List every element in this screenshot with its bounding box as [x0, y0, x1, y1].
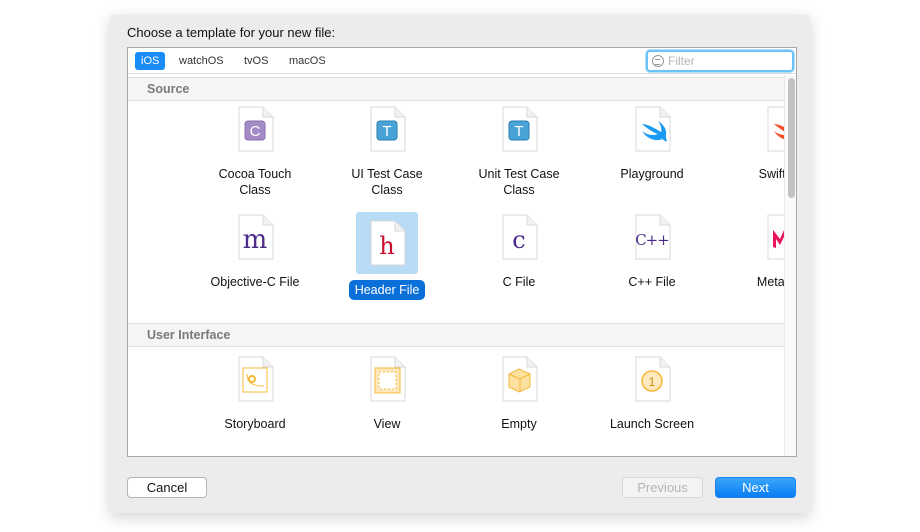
svg-text:c: c	[512, 226, 525, 254]
dialog-title: Choose a template for your new file:	[127, 25, 336, 40]
template-label: C++ File	[628, 275, 676, 289]
svg-text:T: T	[514, 123, 523, 140]
template-label: Storyboard	[224, 417, 286, 431]
unit-test-icon: T	[488, 98, 550, 160]
svg-text:1: 1	[649, 375, 656, 389]
header-h-icon: h	[356, 212, 418, 274]
template-label: C File	[502, 275, 536, 289]
section-header-user-interface: User Interface	[128, 323, 784, 347]
vertical-scrollbar[interactable]	[784, 75, 796, 456]
tab-macos[interactable]: macOS	[283, 52, 332, 70]
tab-ios[interactable]: iOS	[135, 52, 166, 70]
tab-tvos[interactable]: tvOS	[238, 52, 274, 70]
playground-swift-icon	[621, 98, 683, 160]
launch-screen-icon: 1	[621, 348, 683, 410]
template-chooser-dialog: Choose a template for your new file: iOS…	[110, 15, 810, 513]
template-label: Playground	[620, 167, 684, 181]
c-file-icon: c	[488, 206, 550, 268]
template-label: View	[373, 417, 401, 431]
filter-icon	[652, 55, 664, 67]
svg-text:C: C	[250, 123, 261, 140]
cpp-file-icon: C++	[621, 206, 683, 268]
view-icon	[356, 348, 418, 410]
svg-text:m: m	[243, 225, 268, 255]
template-label: Objective-C File	[210, 275, 300, 289]
template-label: UI Test Case Class	[351, 167, 423, 197]
filter-input[interactable]	[668, 53, 788, 69]
scrollbar-thumb[interactable]	[788, 78, 795, 198]
storyboard-icon	[224, 348, 286, 410]
filter-field[interactable]	[646, 50, 794, 72]
tab-watchos[interactable]: watchOS	[173, 52, 230, 70]
cocoa-touch-class-icon: C	[224, 98, 286, 160]
previous-button[interactable]: Previous	[622, 477, 703, 498]
cancel-button[interactable]: Cancel	[127, 477, 207, 498]
ui-test-icon: T	[356, 98, 418, 160]
template-label: Unit Test Case Class	[478, 167, 560, 197]
next-button[interactable]: Next	[715, 477, 796, 498]
svg-text:C++: C++	[635, 231, 669, 249]
svg-text:T: T	[382, 123, 391, 140]
objc-m-icon: m	[224, 206, 286, 268]
svg-text:h: h	[379, 232, 394, 260]
template-label: Empty	[501, 417, 537, 431]
template-label: Cocoa Touch Class	[218, 167, 292, 197]
platform-tabs: iOS watchOS tvOS macOS	[128, 48, 796, 74]
template-browser: iOS watchOS tvOS macOS Source User Inter…	[127, 47, 797, 457]
template-label: Header File	[322, 280, 452, 300]
empty-cube-icon	[488, 348, 550, 410]
template-label: Launch Screen	[609, 417, 695, 431]
